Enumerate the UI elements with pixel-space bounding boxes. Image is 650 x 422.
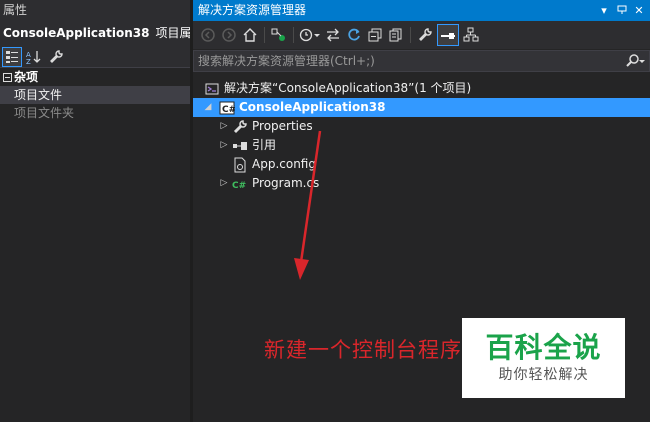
tree-item-label: Program.cs <box>252 176 320 190</box>
back-button[interactable] <box>199 24 217 46</box>
class-diagram-icon <box>463 27 479 42</box>
preview-icon <box>441 33 455 39</box>
watermark-subtitle: 助你轻松解决 <box>498 367 589 383</box>
properties-object-kind: 项目属性 <box>155 26 190 40</box>
tree-node-references[interactable]: ▷ 引用 <box>193 136 650 155</box>
svg-text:Z: Z <box>26 58 31 64</box>
wrench-icon <box>419 28 432 41</box>
solution-tree: 解决方案“ConsoleApplication38”(1 个项目) ◢ C# C… <box>193 76 650 193</box>
csharp-project-icon: C# <box>218 101 236 115</box>
project-label: ConsoleApplication38 <box>239 100 386 114</box>
forward-icon <box>222 28 236 42</box>
property-row-project-file[interactable]: 项目文件 <box>0 86 190 104</box>
properties-button[interactable] <box>416 24 434 46</box>
search-options-button[interactable] <box>623 54 649 68</box>
tree-item-label: 引用 <box>252 138 277 152</box>
toolbar-separator <box>410 27 411 43</box>
clock-dropdown-icon <box>299 28 320 42</box>
tree-node-project[interactable]: ◢ C# ConsoleApplication38 <box>193 98 650 117</box>
refresh-icon <box>348 28 360 41</box>
properties-object-name: ConsoleApplication38 <box>3 26 150 40</box>
solution-explorer-toolbar <box>193 21 650 49</box>
svg-text:C#: C# <box>232 181 246 190</box>
wrench-icon <box>231 119 249 134</box>
refresh-button[interactable] <box>345 24 363 46</box>
category-misc[interactable]: 杂项 <box>0 68 190 86</box>
switch-views-icon <box>271 28 285 41</box>
properties-toolbar: AZ <box>0 46 190 68</box>
solution-label: 解决方案“ConsoleApplication38”(1 个项目) <box>224 81 472 95</box>
back-icon <box>201 28 215 42</box>
properties-panel: 属性 ConsoleApplication38 项目属性 AZ 杂项 项目文件 项… <box>0 0 190 422</box>
search-input[interactable] <box>194 51 623 71</box>
annotation-text: 新建一个控制台程序 <box>264 338 462 362</box>
config-file-icon <box>231 157 249 173</box>
forward-button[interactable] <box>220 24 238 46</box>
alphabetical-icon: AZ <box>26 50 41 64</box>
preview-selected-items-button[interactable] <box>437 24 459 46</box>
collapsed-triangle-icon[interactable]: ▷ <box>217 174 231 193</box>
tree-node-app-config[interactable]: App.config <box>193 155 650 174</box>
collapsed-triangle-icon[interactable]: ▷ <box>217 136 231 155</box>
search-box[interactable] <box>193 50 650 72</box>
solution-explorer-title: 解决方案资源管理器 ▾ ✕ <box>193 0 650 21</box>
close-button[interactable]: ✕ <box>631 0 647 21</box>
toolbar-separator <box>293 27 294 43</box>
properties-title: 属性 <box>0 0 190 20</box>
categorized-icon <box>6 50 18 63</box>
home-button[interactable] <box>241 24 259 46</box>
property-pages-button[interactable] <box>46 47 66 67</box>
search-icon <box>626 54 645 67</box>
svg-text:C#: C# <box>222 105 235 115</box>
wrench-icon <box>50 49 63 63</box>
tree-node-solution[interactable]: 解决方案“ConsoleApplication38”(1 个项目) <box>193 79 650 98</box>
pending-changes-filter-button[interactable] <box>299 24 321 46</box>
property-row-project-folder[interactable]: 项目文件夹 <box>0 104 190 122</box>
solution-explorer-title-text: 解决方案资源管理器 <box>198 3 307 17</box>
expanded-triangle-icon[interactable]: ◢ <box>201 98 215 117</box>
pin-icon <box>617 5 627 14</box>
category-label: 杂项 <box>14 70 39 84</box>
tree-node-properties[interactable]: ▷ Properties <box>193 117 650 136</box>
tree-item-label: App.config <box>252 157 316 171</box>
alphabetical-button[interactable]: AZ <box>24 47 44 67</box>
collapse-icon[interactable] <box>0 72 14 82</box>
tree-node-program-cs[interactable]: ▷ C# Program.cs <box>193 174 650 193</box>
collapsed-triangle-icon[interactable]: ▷ <box>217 117 231 136</box>
watermark-title: 百科全说 <box>485 331 602 364</box>
collapse-all-button[interactable] <box>366 24 384 46</box>
references-icon <box>231 141 249 151</box>
toolbar-separator <box>264 27 265 43</box>
collapse-all-icon <box>368 28 382 42</box>
properties-object-selector[interactable]: ConsoleApplication38 项目属性 <box>0 20 190 46</box>
sync-active-document-button[interactable] <box>324 24 342 46</box>
sync-icon <box>327 28 339 42</box>
window-position-button[interactable]: ▾ <box>596 0 612 21</box>
class-view-button[interactable] <box>462 24 480 46</box>
watermark-logo: 百科全说 助你轻松解决 <box>462 318 625 398</box>
switch-views-button[interactable] <box>270 24 288 46</box>
show-all-files-icon <box>389 28 402 42</box>
show-all-files-button[interactable] <box>387 24 405 46</box>
home-icon <box>243 28 257 42</box>
categorized-button[interactable] <box>2 46 22 67</box>
auto-hide-button[interactable] <box>614 0 630 21</box>
csharp-file-icon: C# <box>231 178 249 190</box>
solution-icon <box>203 82 221 96</box>
tree-item-label: Properties <box>252 119 313 133</box>
